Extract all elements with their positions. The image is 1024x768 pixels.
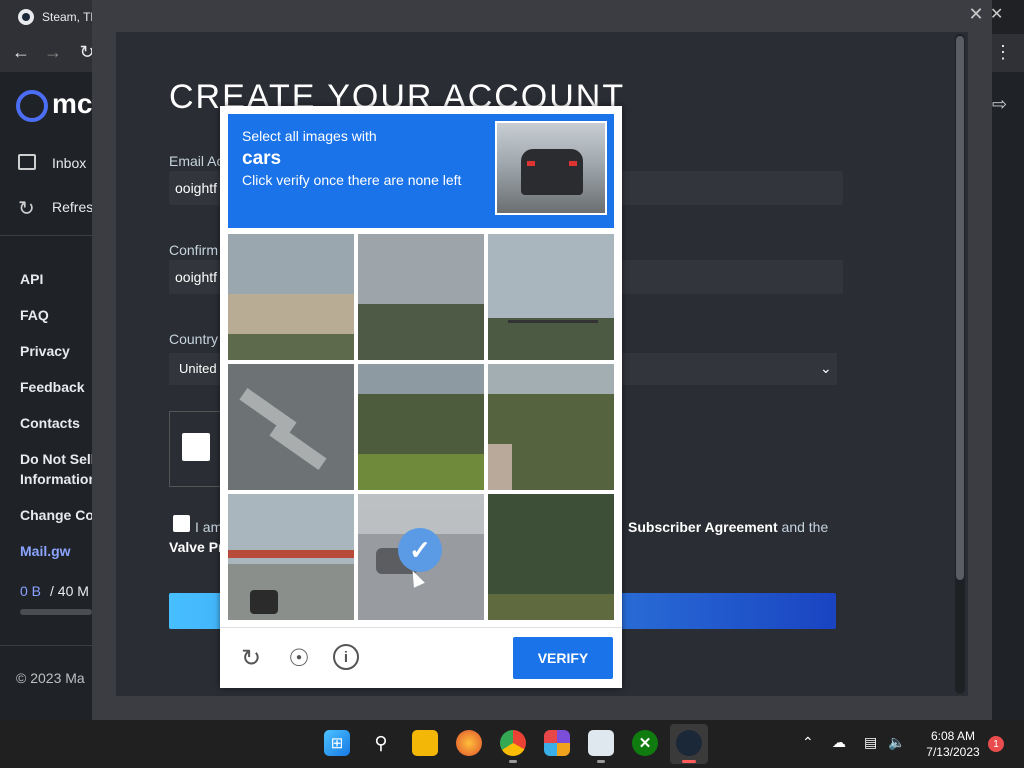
info-icon[interactable]: i	[333, 644, 359, 670]
sidebar-link-contacts[interactable]: Contacts	[20, 415, 80, 431]
sidebar-item-refresh[interactable]: Refres	[52, 199, 92, 215]
app-icon[interactable]	[544, 730, 570, 756]
task-manager-icon[interactable]	[588, 730, 614, 756]
reload-challenge-icon[interactable]: ↻	[237, 644, 265, 672]
storage-bar	[20, 609, 92, 615]
window-close-icon[interactable]: ✕	[990, 4, 1003, 24]
clock-time[interactable]: 6:08 AM	[920, 729, 986, 743]
mail-sidebar: mc Inbox ↻ Refres API FAQ Privacy Feedba…	[0, 72, 92, 720]
captcha-tile-5[interactable]	[358, 364, 484, 490]
steam-active-indicator	[682, 760, 696, 763]
sidebar-divider-bottom	[0, 645, 92, 646]
search-icon[interactable]: ⚲	[368, 730, 394, 756]
network-icon[interactable]: ▤	[864, 734, 877, 751]
mail-logo-text: mc	[52, 88, 92, 119]
sample-car-light-right	[569, 161, 577, 166]
recaptcha-sample-image	[495, 121, 607, 215]
sidebar-link-change[interactable]: Change Co	[20, 507, 92, 523]
task-manager-running-indicator	[597, 760, 605, 763]
storage-used: 0 B	[20, 583, 42, 599]
copyright-text: © 2023 Ma	[16, 670, 85, 686]
captcha-tile-4[interactable]	[228, 364, 354, 490]
firefox-icon[interactable]	[456, 730, 482, 756]
steam-close-icon[interactable]: ✕	[966, 4, 986, 26]
sidebar-link-mailgw[interactable]: Mail.gw	[20, 543, 71, 559]
chevron-down-icon: ⌄	[820, 360, 832, 376]
sidebar-link-information[interactable]: Information	[20, 471, 92, 487]
storage-total: / 40 M	[50, 583, 89, 599]
steam-taskbar-icon[interactable]	[676, 730, 702, 756]
forward-arrow-icon[interactable]: →	[42, 41, 64, 63]
country-label: Country	[169, 331, 219, 347]
agreement-text: Subscriber Agreement and the	[628, 519, 828, 535]
notification-badge[interactable]: 1	[988, 736, 1004, 752]
browser-tab-title: Steam, Th	[42, 10, 96, 24]
chrome-running-indicator	[509, 760, 517, 763]
sample-car-light-left	[527, 161, 535, 166]
refresh-icon: ↻	[18, 198, 35, 220]
audio-challenge-icon[interactable]: ☉	[285, 644, 313, 672]
xbox-icon[interactable]: ✕	[632, 730, 658, 756]
sidebar-divider	[0, 235, 92, 236]
recaptcha-footer-divider	[220, 627, 622, 628]
onedrive-icon[interactable]: ☁	[832, 734, 846, 751]
mail-right-strip: ⇨	[992, 72, 1024, 720]
volume-icon[interactable]: 🔈	[888, 734, 905, 751]
inbox-icon	[18, 154, 36, 170]
sidebar-link-api[interactable]: API	[20, 271, 43, 287]
sidebar-link-faq[interactable]: FAQ	[20, 307, 49, 323]
captcha-tile-3[interactable]	[488, 234, 614, 360]
steam-logo-icon	[18, 9, 34, 25]
recaptcha-keyword: cars	[242, 148, 282, 169]
captcha-tile-9[interactable]	[488, 494, 614, 620]
verify-button[interactable]: VERIFY	[513, 637, 613, 679]
recaptcha-prompt: Select all images with	[242, 128, 377, 144]
captcha-tile-7[interactable]	[228, 494, 354, 620]
sidebar-link-privacy[interactable]: Privacy	[20, 343, 70, 359]
steam-scrollbar-thumb[interactable]	[956, 36, 964, 580]
subscriber-agreement-link[interactable]: Subscriber Agreement	[628, 519, 778, 535]
agree-text: I am	[195, 519, 223, 535]
captcha-tile-8[interactable]: ✓	[358, 494, 484, 620]
chrome-icon[interactable]	[500, 730, 526, 756]
valve-privacy-link[interactable]: Valve Pr	[169, 539, 224, 555]
agreement-and-text: and the	[781, 519, 829, 535]
tile-selected-check-icon: ✓	[398, 528, 442, 572]
agree-checkbox[interactable]	[173, 515, 190, 532]
sidebar-link-feedback[interactable]: Feedback	[20, 379, 85, 395]
recaptcha-checkbox[interactable]	[182, 433, 210, 461]
clock-date[interactable]: 7/13/2023	[920, 745, 986, 759]
windows-start-icon[interactable]: ⊞	[324, 730, 350, 756]
recaptcha-hint: Click verify once there are none left	[242, 172, 462, 188]
browser-tab[interactable]: Steam, Th	[0, 0, 96, 34]
sidebar-link-do-not-sell[interactable]: Do Not Sell	[20, 451, 92, 467]
email-label: Email Ac	[169, 153, 224, 169]
logout-icon[interactable]: ⇨	[992, 94, 1007, 115]
captcha-tile-2[interactable]	[358, 234, 484, 360]
mail-logo-icon	[16, 90, 48, 122]
sidebar-item-inbox[interactable]: Inbox	[52, 155, 86, 171]
sample-car-body	[521, 149, 583, 195]
tray-chevron-up-icon[interactable]: ⌃	[802, 734, 814, 751]
confirm-email-label: Confirm	[169, 242, 219, 258]
back-arrow-icon[interactable]: ←	[10, 41, 32, 63]
captcha-tile-1[interactable]	[228, 234, 354, 360]
captcha-tile-6[interactable]	[488, 364, 614, 490]
browser-menu-icon[interactable]: ⋮	[992, 41, 1014, 63]
file-explorer-icon[interactable]	[412, 730, 438, 756]
